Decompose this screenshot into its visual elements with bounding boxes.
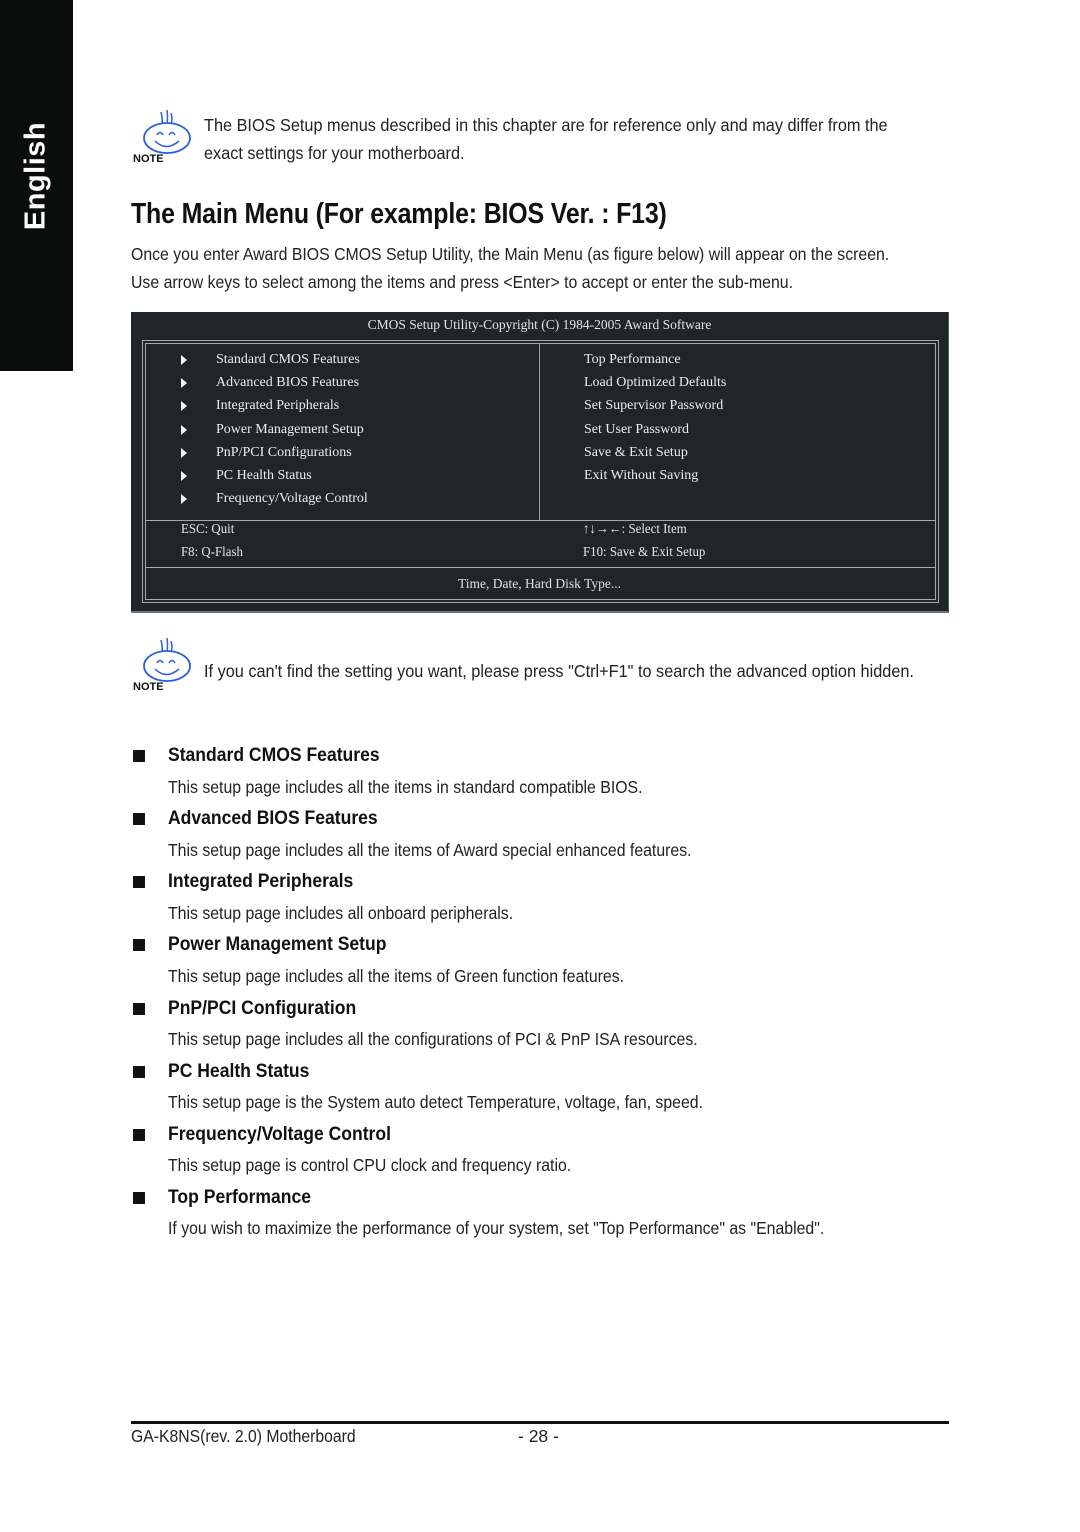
bios-menu-item-exit-without-saving[interactable]: Exit Without Saving (584, 468, 698, 484)
note-callout-1: NOTE The BIOS Setup menus described in t… (131, 110, 951, 170)
section-description: This setup page includes all onboard per… (168, 903, 514, 923)
square-bullet-icon (133, 939, 145, 951)
note-badge: NOTE (133, 681, 164, 693)
bios-menu-item-pnp-pci[interactable]: PnP/PCI Configurations (216, 445, 352, 461)
section-description: This setup page includes all the items i… (168, 777, 643, 797)
bios-divider (145, 520, 936, 521)
bios-divider (145, 567, 936, 568)
section-description: This setup page includes all the configu… (168, 1029, 698, 1049)
square-bullet-icon (133, 1066, 145, 1078)
bios-title: CMOS Setup Utility-Copyright (C) 1984-20… (367, 317, 712, 332)
note-text-line: The BIOS Setup menus described in this c… (204, 115, 888, 135)
square-bullet-icon (133, 876, 145, 888)
bios-menu-item-supervisor-password[interactable]: Set Supervisor Password (584, 398, 723, 414)
submenu-arrow-icon (181, 401, 187, 411)
section-description: If you wish to maximize the performance … (168, 1218, 825, 1238)
language-label: English (19, 121, 52, 231)
bios-menu-item-advanced-bios[interactable]: Advanced BIOS Features (216, 375, 359, 391)
bios-main-menu-figure: CMOS Setup Utility-Copyright (C) 1984-20… (131, 312, 949, 613)
bios-menu-item-user-password[interactable]: Set User Password (584, 422, 689, 438)
bios-menu-item-integrated-peripherals[interactable]: Integrated Peripherals (216, 398, 339, 414)
bios-menu-item-power-management[interactable]: Power Management Setup (216, 422, 364, 438)
bios-key-arrows: ↑↓→←: Select Item (583, 522, 687, 537)
submenu-arrow-icon (181, 355, 187, 365)
bios-menu-item-load-defaults[interactable]: Load Optimized Defaults (584, 375, 726, 391)
bios-column-divider (539, 343, 540, 520)
submenu-arrow-icon (181, 494, 187, 504)
note-callout-2: NOTE If you can't find the setting you w… (131, 638, 951, 698)
submenu-arrow-icon (181, 448, 187, 458)
square-bullet-icon (133, 1192, 145, 1204)
square-bullet-icon (133, 813, 145, 825)
footer-product-name: GA-K8NS(rev. 2.0) Motherboard (131, 1426, 356, 1446)
bios-key-esc: ESC: Quit (181, 522, 235, 537)
intro-line: Once you enter Award BIOS CMOS Setup Uti… (131, 244, 890, 264)
bios-key-f8: F8: Q-Flash (181, 545, 243, 560)
section-description: This setup page includes all the items o… (168, 840, 692, 860)
square-bullet-icon (133, 1003, 145, 1015)
note-text-line: exact settings for your motherboard. (204, 143, 465, 163)
bios-menu-item-save-exit[interactable]: Save & Exit Setup (584, 445, 688, 461)
language-side-tab: English (0, 0, 73, 371)
submenu-arrow-icon (181, 471, 187, 481)
bios-menu-item-top-performance[interactable]: Top Performance (584, 352, 681, 368)
bios-help-line: Time, Date, Hard Disk Type... (458, 576, 621, 591)
submenu-arrow-icon (181, 425, 187, 435)
bios-key-f10: F10: Save & Exit Setup (583, 545, 706, 560)
section-description: This setup page is the System auto detec… (168, 1092, 703, 1112)
section-description: This setup page includes all the items o… (168, 966, 625, 986)
bios-menu-item-frequency-voltage[interactable]: Frequency/Voltage Control (216, 491, 368, 507)
submenu-arrow-icon (181, 378, 187, 388)
footer-rule (131, 1421, 949, 1424)
section-description: This setup page is control CPU clock and… (168, 1155, 572, 1175)
bios-menu-item-standard-cmos[interactable]: Standard CMOS Features (216, 352, 360, 368)
square-bullet-icon (133, 750, 145, 762)
bios-menu-item-pc-health[interactable]: PC Health Status (216, 468, 312, 484)
note-badge: NOTE (133, 153, 164, 165)
intro-line: Use arrow keys to select among the items… (131, 272, 793, 292)
note-text-line: If you can't find the setting you want, … (204, 661, 914, 681)
smiley-note-icon: NOTE (133, 110, 191, 165)
page-number: - 28 - (518, 1426, 559, 1446)
page-title: The Main Menu (For example: BIOS Ver. : … (131, 198, 667, 230)
smiley-note-icon: NOTE (133, 638, 191, 693)
square-bullet-icon (133, 1129, 145, 1141)
